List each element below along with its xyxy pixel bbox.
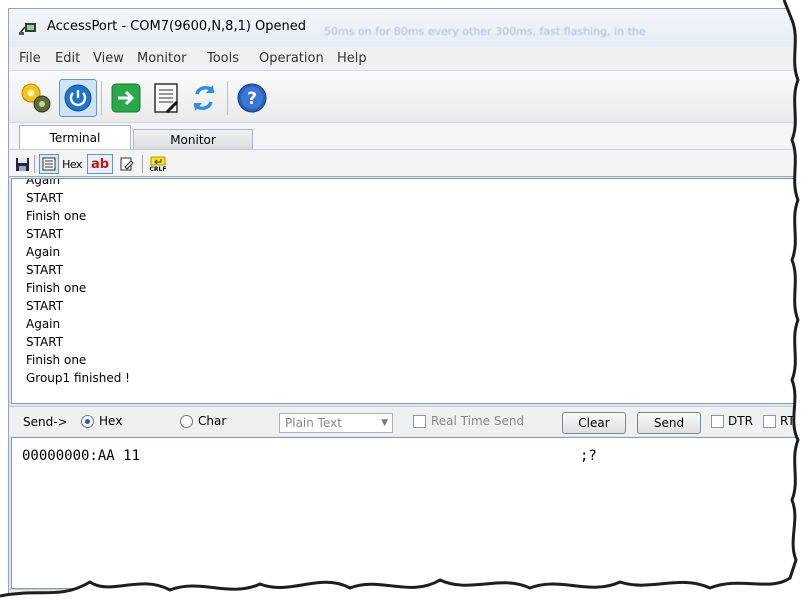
hex-radio[interactable]	[81, 415, 94, 428]
send-options-bar: Send-> Hex Char Plain Text ▼ Real Time S…	[9, 406, 799, 436]
char-radio-label: Char	[198, 414, 227, 428]
hex-view-button[interactable]	[39, 154, 59, 174]
menu-operation[interactable]: Operation	[259, 51, 324, 66]
terminal-line: Finish one	[26, 209, 87, 223]
connect-button[interactable]	[59, 79, 97, 117]
terminal-line: Again	[26, 317, 61, 331]
title-bar: AccessPort - COM7(9600,N,8,1) Opened 50m…	[9, 9, 799, 47]
tab-terminal[interactable]: Terminal	[19, 125, 131, 150]
clear-view-button[interactable]	[117, 154, 137, 174]
power-icon	[64, 84, 92, 112]
save-button[interactable]	[13, 154, 31, 174]
menu-monitor[interactable]: Monitor	[137, 51, 186, 66]
terminal-line: START	[26, 299, 64, 313]
format-select-value: Plain Text	[285, 416, 342, 430]
hex-label: Hex	[62, 157, 82, 171]
forward-button[interactable]	[107, 79, 145, 117]
refresh-button[interactable]	[185, 79, 223, 117]
tab-strip: Terminal Monitor	[9, 123, 799, 150]
char-radio[interactable]	[180, 415, 193, 428]
toolbar-separator	[101, 81, 102, 115]
save-icon	[15, 157, 29, 171]
send-label: Send->	[23, 415, 68, 429]
clear-button[interactable]: Clear	[562, 412, 626, 434]
send-ascii-preview: ;?	[580, 448, 597, 464]
serial-port-icon	[19, 23, 36, 35]
terminal-line: START	[26, 227, 64, 241]
send-button[interactable]: Send	[637, 412, 701, 434]
dtr-checkbox[interactable]	[711, 415, 724, 428]
window-title: AccessPort - COM7(9600,N,8,1) Opened	[47, 19, 307, 34]
toolbar-separator	[227, 81, 228, 115]
status-bar: CO DSR	[9, 589, 799, 605]
crlf-icon	[150, 156, 166, 165]
hex-grid-icon	[42, 157, 56, 171]
refresh-icon	[193, 85, 215, 111]
background-window-text: 50ms on for 80ms every other 300ms, fast…	[324, 25, 646, 38]
realtime-send-label: Real Time Send	[431, 414, 525, 428]
menu-tools[interactable]: Tools	[207, 51, 239, 66]
menu-view[interactable]: View	[93, 51, 124, 66]
status-port: CO	[15, 593, 30, 604]
crlf-label: CRLF	[149, 165, 167, 173]
status-dsr: DSR	[219, 593, 240, 604]
chevron-down-icon: ▼	[381, 418, 388, 428]
help-button[interactable]: ?	[233, 79, 271, 117]
toolbar-separator	[34, 155, 35, 173]
terminal-line: Again	[26, 178, 61, 187]
menu-help[interactable]: Help	[337, 51, 367, 66]
menu-bar: File Edit View Monitor Tools Operation H…	[9, 47, 799, 71]
tab-monitor[interactable]: Monitor	[133, 129, 253, 149]
document-icon	[154, 83, 179, 114]
send-data-input[interactable]: 00000000:AA 11 ;?	[11, 437, 797, 589]
settings-icon	[21, 83, 51, 113]
crlf-button[interactable]: CRLF	[147, 154, 169, 174]
forward-arrow-icon	[111, 83, 141, 113]
rts-checkbox[interactable]	[763, 415, 776, 428]
terminal-toolbar: Hex ab CRLF	[9, 149, 799, 177]
format-select[interactable]: Plain Text ▼	[279, 413, 393, 433]
menu-edit[interactable]: Edit	[55, 51, 80, 66]
terminal-line: Finish one	[26, 281, 87, 295]
send-hex-line: 00000000:AA 11	[22, 448, 141, 464]
terminal-line: Finish one	[26, 353, 87, 367]
svg-text:?: ?	[247, 89, 257, 109]
toolbar-separator	[142, 155, 143, 173]
document-button[interactable]	[147, 79, 185, 117]
main-toolbar: ?	[9, 71, 799, 123]
help-icon: ?	[237, 83, 267, 113]
terminal-line: START	[26, 263, 64, 277]
dtr-label: DTR	[728, 414, 753, 428]
rts-label: RTS	[780, 414, 799, 428]
eraser-page-icon	[120, 157, 134, 171]
hex-radio-label: Hex	[99, 414, 123, 428]
terminal-line: START	[26, 191, 64, 205]
menu-file[interactable]: File	[19, 51, 41, 66]
ascii-view-button[interactable]: ab	[87, 154, 113, 174]
realtime-send-checkbox[interactable]	[413, 415, 426, 428]
terminal-line: Group1 finished !	[26, 371, 130, 385]
settings-button[interactable]	[17, 79, 55, 117]
terminal-line: START	[26, 335, 64, 349]
terminal-line: Again	[26, 245, 61, 259]
terminal-output[interactable]: Again START Finish one START Again START Finis…	[11, 178, 797, 404]
app-window: AccessPort - COM7(9600,N,8,1) Opened 50m…	[8, 8, 800, 606]
